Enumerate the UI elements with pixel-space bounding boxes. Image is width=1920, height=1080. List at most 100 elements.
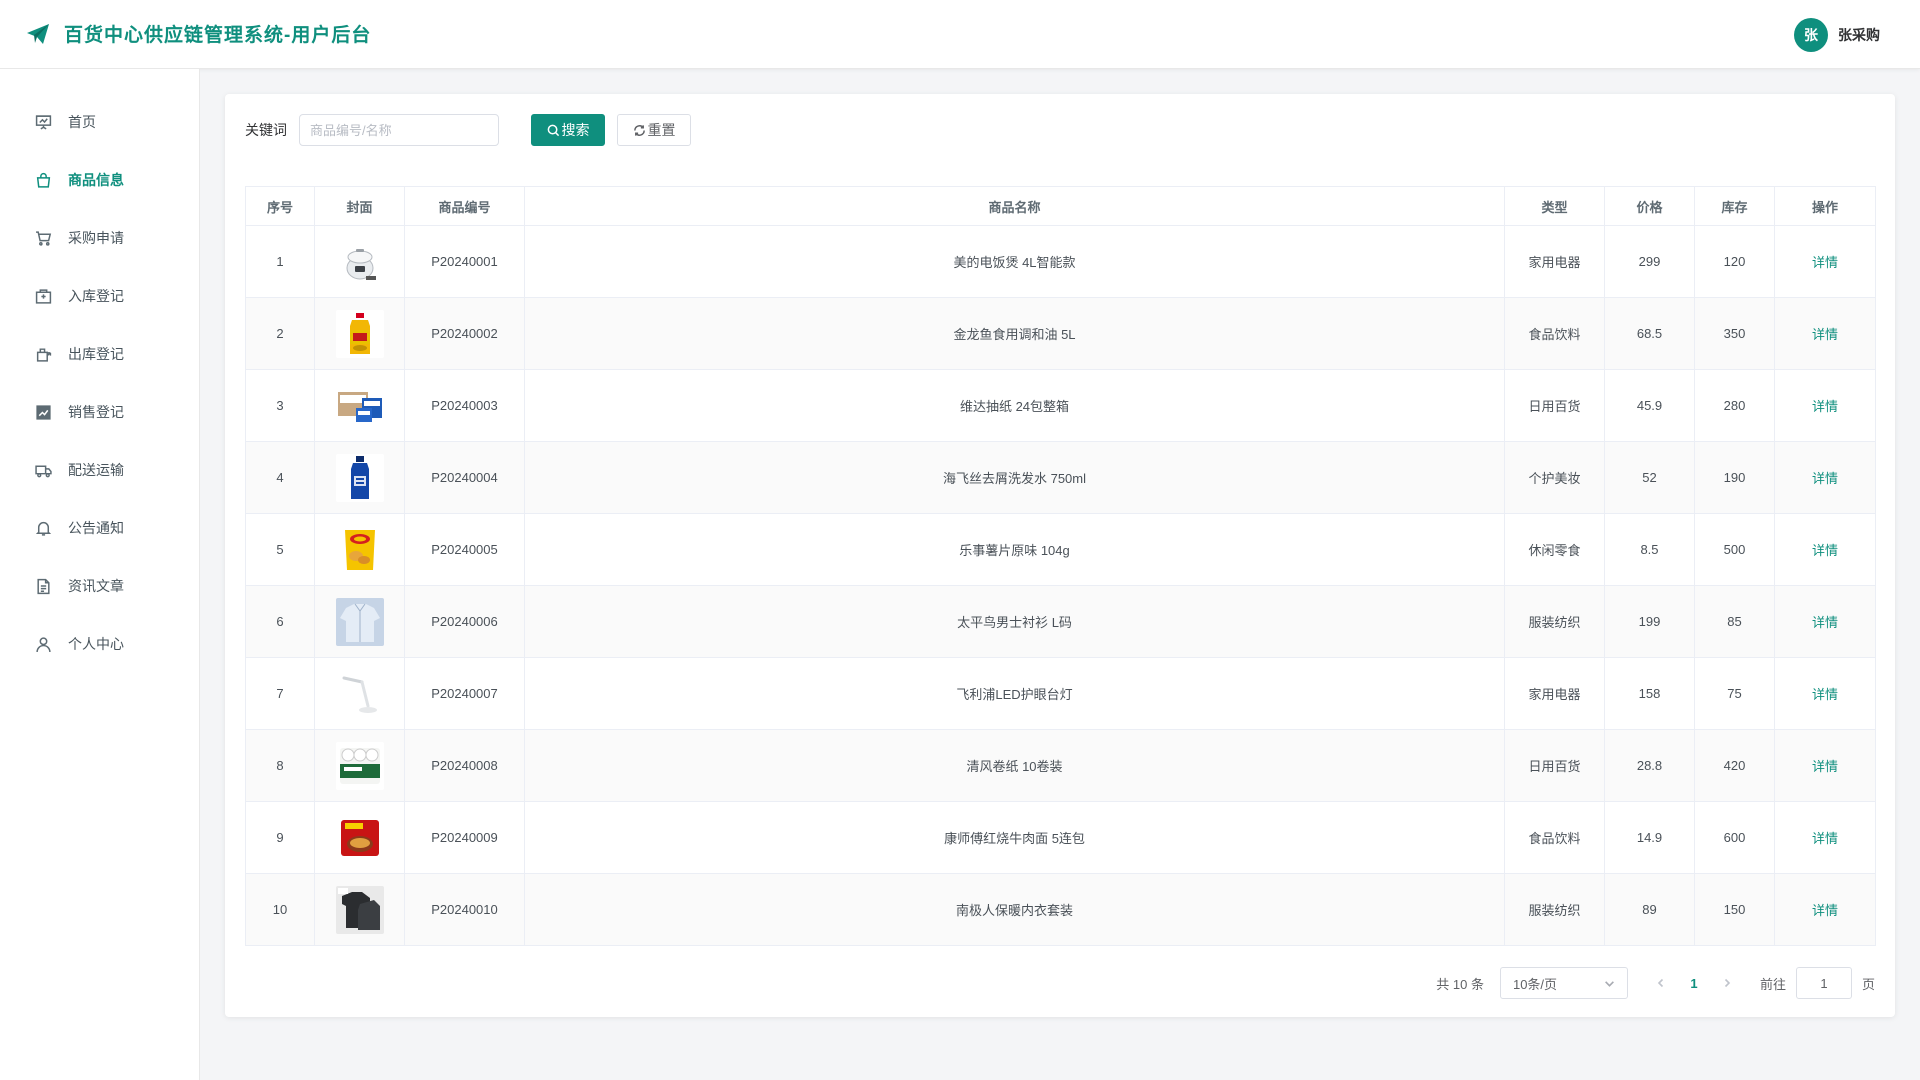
product-code: P20240010 (404, 873, 525, 946)
shopping-bag-icon (36, 172, 51, 188)
bell-icon (35, 521, 52, 536)
next-page-button[interactable] (1714, 969, 1740, 997)
goto-page: 前往 页 (1760, 967, 1875, 999)
detail-link[interactable]: 详情 (1812, 327, 1838, 342)
product-table: 序号 封面 商品编号 商品名称 类型 价格 库存 操作 1 P20240001 美的… (245, 186, 1876, 946)
product-cover-image[interactable] (335, 741, 384, 790)
sidebar-item-articles[interactable]: 资讯文章 (0, 557, 199, 615)
product-name: 清风卷纸 10卷装 (524, 729, 1505, 802)
box-out-icon (36, 347, 52, 362)
sidebar-item-home[interactable]: 首页 (0, 93, 199, 151)
product-cover-image[interactable] (335, 453, 384, 502)
row-index: 10 (245, 873, 315, 946)
detail-link[interactable]: 详情 (1812, 903, 1838, 918)
product-type: 食品饮料 (1504, 801, 1605, 874)
detail-link[interactable]: 详情 (1812, 831, 1838, 846)
table-body: 1 P20240001 美的电饭煲 4L智能款 家用电器 299 120 详情 2 P20240… (245, 225, 1876, 946)
row-index: 6 (245, 585, 315, 658)
product-type: 服装纺织 (1504, 873, 1605, 946)
detail-link[interactable]: 详情 (1812, 543, 1838, 558)
chevron-right-icon (1724, 978, 1731, 988)
detail-link[interactable]: 详情 (1812, 759, 1838, 774)
product-cover-image[interactable] (335, 885, 384, 934)
trend-chart-icon (36, 404, 51, 420)
app-header: 百货中心供应链管理系统-用户后台 张 张采购 (0, 0, 1920, 69)
page-number[interactable]: 1 (1674, 969, 1714, 997)
prev-page-button[interactable] (1648, 969, 1674, 997)
product-code: P20240007 (404, 657, 525, 730)
product-cover-image[interactable] (335, 597, 384, 646)
goto-page-input[interactable] (1795, 967, 1852, 999)
document-icon (37, 578, 50, 594)
sidebar-item-label: 商品信息 (68, 172, 124, 188)
sidebar-item-products[interactable]: 商品信息 (0, 151, 199, 209)
action-cell: 详情 (1774, 297, 1876, 370)
product-price: 8.5 (1604, 513, 1695, 586)
table-row: 1 P20240001 美的电饭煲 4L智能款 家用电器 299 120 详情 (245, 225, 1876, 298)
sidebar-item-outbound[interactable]: 出库登记 (0, 325, 199, 383)
sidebar-item-label: 个人中心 (68, 636, 124, 652)
sidebar-item-sales[interactable]: 销售登记 (0, 383, 199, 441)
sidebar-item-delivery[interactable]: 配送运输 (0, 441, 199, 499)
product-name: 南极人保暖内衣套装 (524, 873, 1505, 946)
product-stock: 280 (1694, 369, 1775, 442)
sidebar-item-label: 采购申请 (68, 230, 124, 246)
detail-link[interactable]: 详情 (1812, 687, 1838, 702)
product-cover-image[interactable] (335, 237, 384, 286)
column-header: 商品名称 (524, 186, 1505, 226)
table-row: 6 P20240006 太平鸟男士衬衫 L码 服装纺织 199 85 详情 (245, 585, 1876, 658)
avatar[interactable]: 张 (1794, 18, 1828, 52)
row-index: 3 (245, 369, 315, 442)
product-code: P20240003 (404, 369, 525, 442)
chevron-left-icon (1657, 978, 1664, 988)
column-header: 操作 (1774, 186, 1876, 226)
table-row: 8 P20240008 清风卷纸 10卷装 日用百货 28.8 420 详情 (245, 729, 1876, 802)
sidebar-item-profile[interactable]: 个人中心 (0, 615, 199, 673)
product-type: 日用百货 (1504, 729, 1605, 802)
product-cover-image[interactable] (335, 669, 384, 718)
product-type: 服装纺织 (1504, 585, 1605, 658)
brand[interactable]: 百货中心供应链管理系统-用户后台 (26, 20, 371, 47)
product-cover-image[interactable] (335, 381, 384, 430)
user-menu[interactable]: 张 张采购 (1794, 18, 1880, 52)
table-row: 10 P20240010 南极人保暖内衣套装 服装纺织 89 150 详情 (245, 873, 1876, 946)
product-type: 家用电器 (1504, 657, 1605, 730)
user-name[interactable]: 张采购 (1838, 25, 1880, 45)
app-title: 百货中心供应链管理系统-用户后台 (64, 25, 372, 46)
sidebar-item-label: 公告通知 (68, 520, 124, 536)
product-price: 89 (1604, 873, 1695, 946)
product-code: P20240006 (404, 585, 525, 658)
product-stock: 600 (1694, 801, 1775, 874)
cover-cell (314, 225, 405, 298)
detail-link[interactable]: 详情 (1812, 615, 1838, 630)
action-cell: 详情 (1774, 801, 1876, 874)
product-cover-image[interactable] (335, 813, 384, 862)
product-stock: 500 (1694, 513, 1775, 586)
search-button[interactable]: 搜索 (531, 114, 605, 146)
product-type: 食品饮料 (1504, 297, 1605, 370)
table-header-row: 序号 封面 商品编号 商品名称 类型 价格 库存 操作 (245, 186, 1876, 226)
product-name: 飞利浦LED护眼台灯 (524, 657, 1505, 730)
detail-link[interactable]: 详情 (1812, 255, 1838, 270)
presentation-icon (35, 114, 52, 130)
sidebar-item-label: 出库登记 (68, 346, 124, 362)
page-size-select[interactable]: 10条/页 (1499, 967, 1628, 999)
reset-button[interactable]: 重置 (617, 114, 691, 146)
detail-link[interactable]: 详情 (1812, 399, 1838, 414)
product-cover-image[interactable] (335, 525, 384, 574)
sidebar-item-purchase[interactable]: 采购申请 (0, 209, 199, 267)
page-size-value: 10条/页 (1512, 976, 1558, 992)
product-cover-image[interactable] (335, 309, 384, 358)
row-index: 1 (245, 225, 315, 298)
action-cell: 详情 (1774, 585, 1876, 658)
sidebar-item-notices[interactable]: 公告通知 (0, 499, 199, 557)
action-cell: 详情 (1774, 369, 1876, 442)
detail-link[interactable]: 详情 (1812, 471, 1838, 486)
product-stock: 350 (1694, 297, 1775, 370)
user-icon (36, 636, 51, 652)
paper-plane-icon (27, 23, 49, 44)
keyword-input[interactable] (299, 114, 499, 146)
action-cell: 详情 (1774, 513, 1876, 586)
cover-cell (314, 657, 405, 730)
sidebar-item-inbound[interactable]: 入库登记 (0, 267, 199, 325)
